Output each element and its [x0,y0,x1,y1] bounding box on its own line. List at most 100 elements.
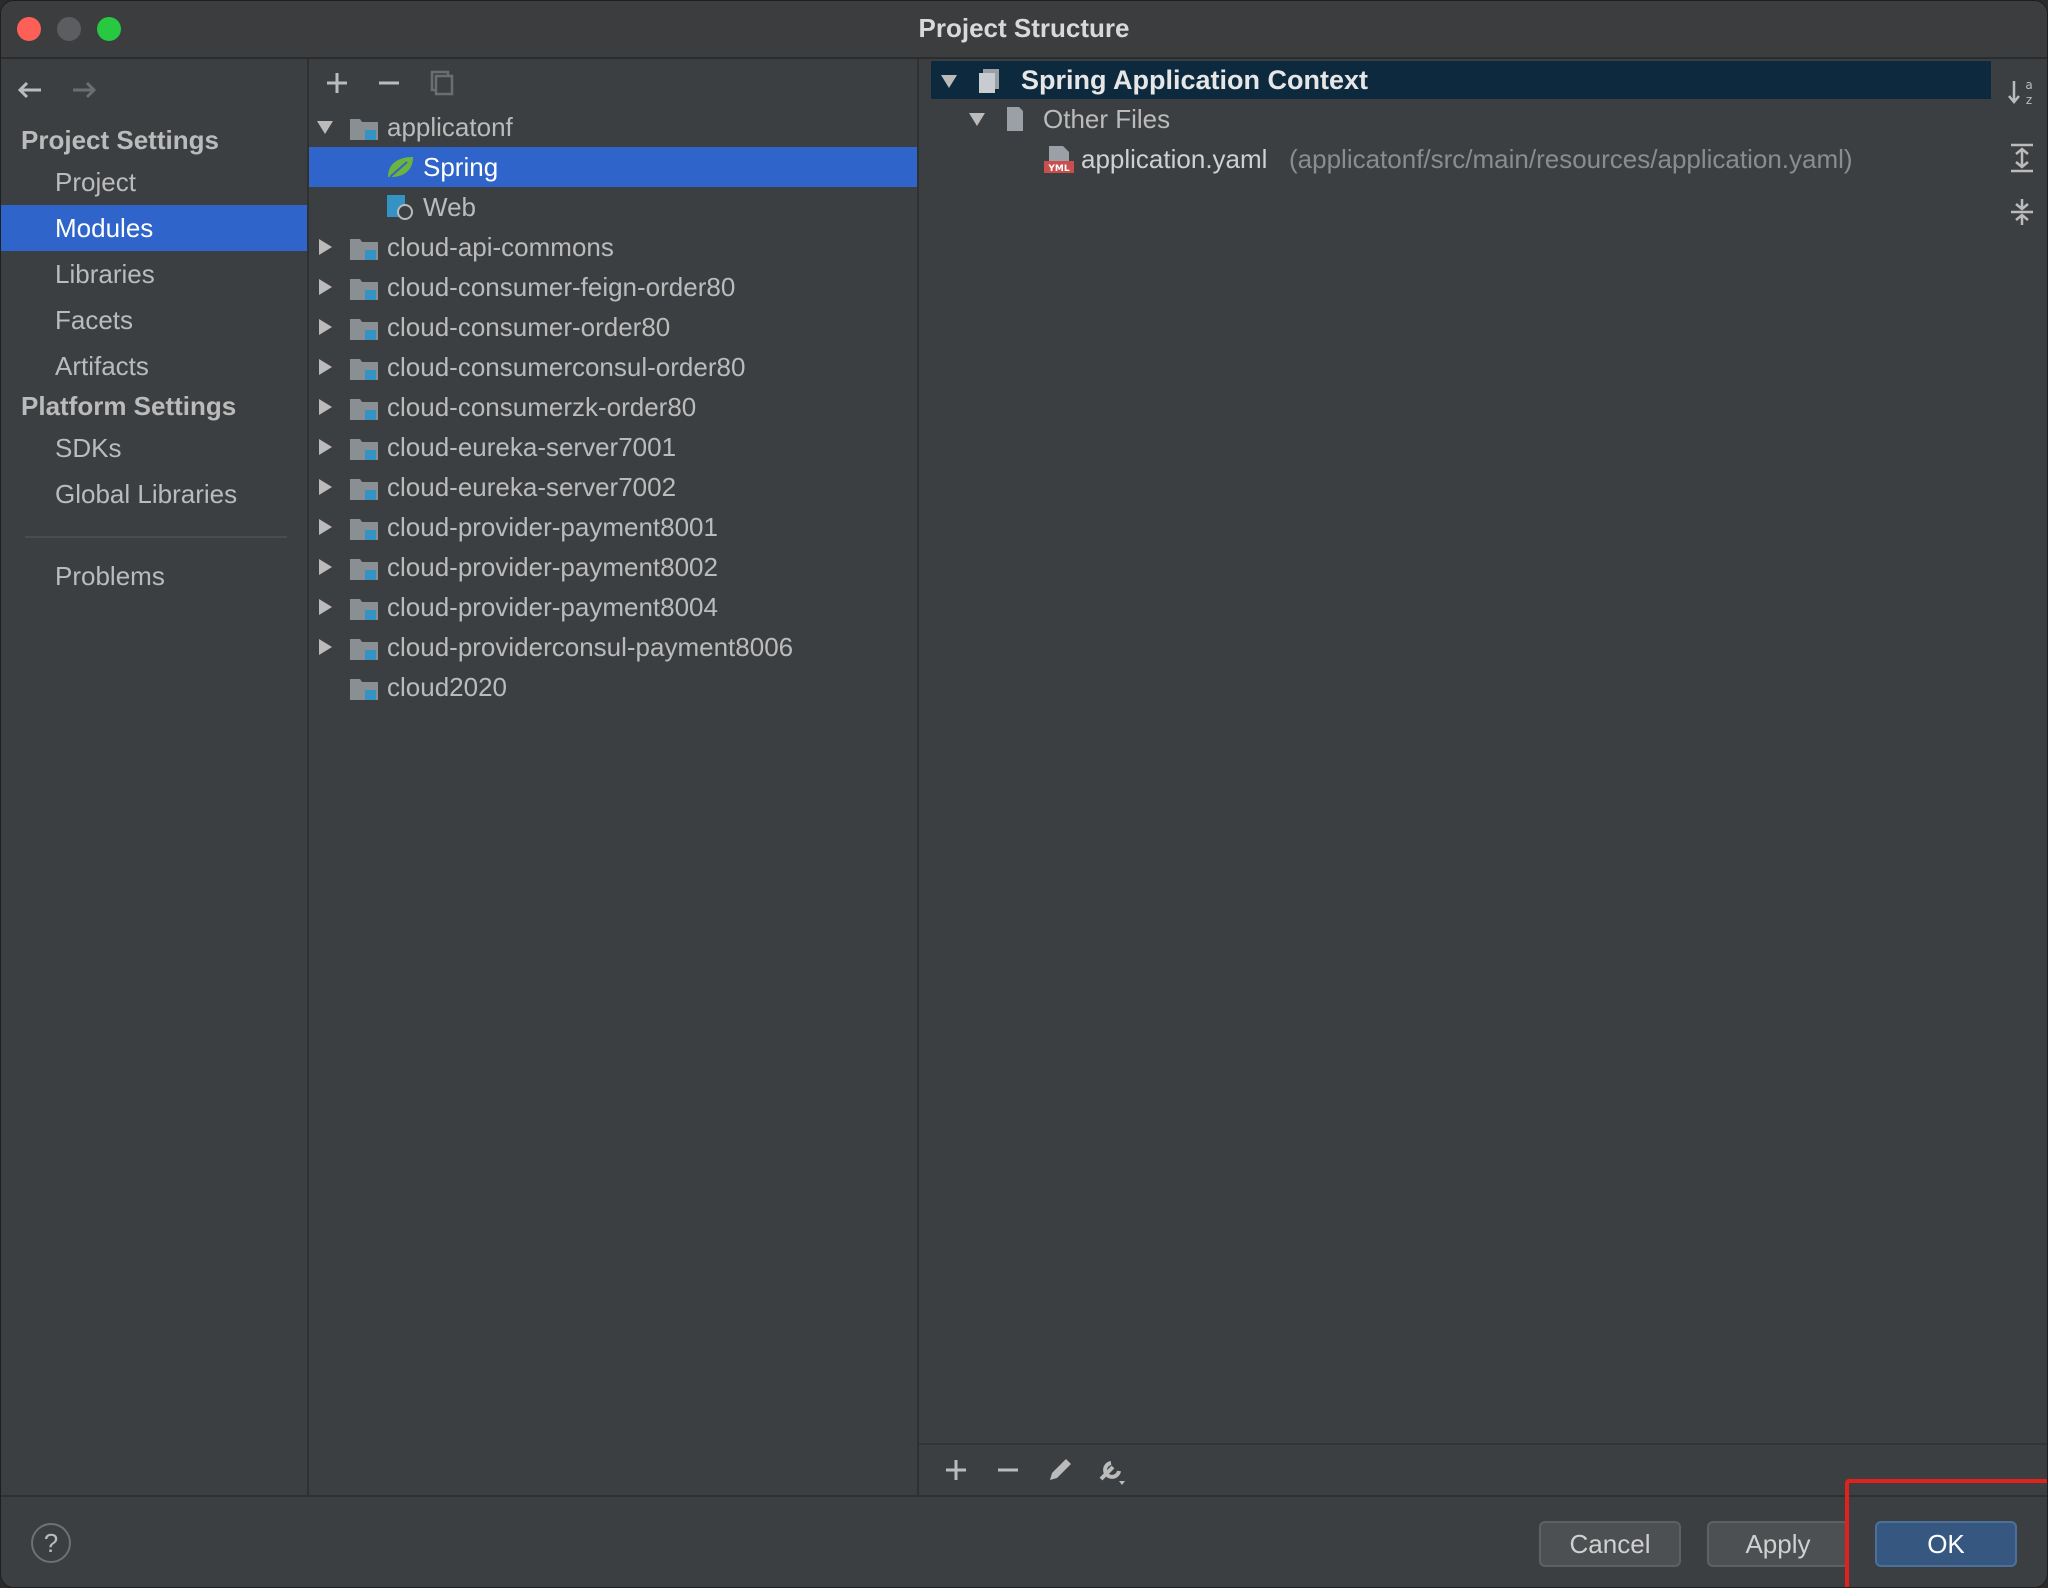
collapsed-triangle-icon[interactable] [315,477,335,497]
spring-context-panel: Spring Application Context Other Files Y… [919,59,2047,1495]
remove-icon[interactable] [991,1453,1025,1487]
svg-text:YML: YML [1047,164,1069,174]
tree-label: cloud2020 [387,672,507,702]
project-settings-heading: Project Settings [21,125,219,155]
module-folder-icon [350,639,378,660]
sort-alphabetically-icon[interactable]: a z [2005,75,2039,109]
tree-row-web-facet[interactable]: Web [309,187,917,227]
module-folder-icon [350,279,378,300]
tree-row-module[interactable]: cloud-provider-payment8001 [309,507,917,547]
sidebar-item-libraries[interactable]: Libraries [1,251,307,297]
collapsed-triangle-icon[interactable] [315,277,335,297]
sidebar-divider [25,536,287,538]
annotation-highlight-box [1845,1479,2047,1587]
tree-label: cloud-consumerconsul-order80 [387,352,746,382]
tree-label: cloud-provider-payment8002 [387,552,718,582]
svg-text:z: z [2026,93,2032,107]
tree-label: cloud-consumer-order80 [387,312,671,342]
tree-row-module[interactable]: cloud-consumerzk-order80 [309,387,917,427]
sidebar-item-modules[interactable]: Modules [1,205,307,251]
expanded-triangle-icon[interactable] [939,71,959,91]
expanded-triangle-icon[interactable] [315,117,335,137]
module-folder-icon [350,399,378,420]
project-structure-dialog: Project Structure Project Settings Proje… [0,0,2048,1588]
platform-settings-heading: Platform Settings [21,391,237,421]
help-button[interactable]: ? [31,1523,71,1563]
tree-label: cloud-api-commons [387,232,614,262]
tree-row-module[interactable]: cloud-provider-payment8002 [309,547,917,587]
tree-row-module[interactable]: cloud-providerconsul-payment8006 [309,627,917,667]
expanded-triangle-icon[interactable] [967,109,987,129]
tree-label: cloud-consumer-feign-order80 [387,272,736,302]
yaml-file-path: (applicatonf/src/main/resources/applicat… [1289,144,1853,174]
tree-label: cloud-providerconsul-payment8006 [387,632,794,662]
tree-row-module[interactable]: cloud-provider-payment8004 [309,587,917,627]
module-folder-icon [350,439,378,460]
tree-row-spring-facet[interactable]: Spring [309,147,917,187]
forward-arrow-icon[interactable] [69,75,99,105]
other-files-row[interactable]: Other Files [967,99,1367,139]
module-folder-icon [350,519,378,540]
module-folder-icon [350,599,378,620]
wrench-icon[interactable] [1095,1453,1129,1487]
tree-label: applicatonf [387,112,513,142]
tree-row-module[interactable]: cloud-api-commons [309,227,917,267]
remove-icon[interactable] [371,65,407,101]
sidebar-item-artifacts[interactable]: Artifacts [1,343,307,389]
tree-label: cloud-eureka-server7001 [387,432,677,462]
collapsed-triangle-icon[interactable] [315,637,335,657]
collapsed-triangle-icon[interactable] [315,517,335,537]
sidebar-item-facets[interactable]: Facets [1,297,307,343]
sidebar-item-project[interactable]: Project [1,159,307,205]
spring-leaf-icon [388,157,413,178]
tree-label: Spring [423,152,499,182]
sidebar-item-global-libraries[interactable]: Global Libraries [1,471,307,517]
module-folder-icon [350,559,378,580]
title-bar: Project Structure [1,1,2047,59]
svg-text:a: a [2025,78,2032,92]
collapsed-triangle-icon[interactable] [315,317,335,337]
tree-row-module[interactable]: cloud-consumer-feign-order80 [309,267,917,307]
tree-label: cloud-provider-payment8001 [387,512,718,542]
add-icon[interactable] [939,1453,973,1487]
module-folder-icon [350,679,378,700]
copy-icon[interactable] [423,65,459,101]
context-title: Spring Application Context [1021,65,1368,95]
back-arrow-icon[interactable] [15,75,45,105]
collapse-all-icon[interactable] [2005,195,2039,229]
tree-label: cloud-provider-payment8004 [387,592,718,622]
settings-sidebar: Project Settings Project Modules Librari… [1,59,309,1495]
context-header-row[interactable]: Spring Application Context [931,61,1991,99]
add-icon[interactable] [319,65,355,101]
dialog-footer: ? Cancel Apply OK [1,1495,2047,1587]
collapsed-triangle-icon[interactable] [315,557,335,577]
context-files-icon [979,69,999,93]
collapsed-triangle-icon[interactable] [315,357,335,377]
collapsed-triangle-icon[interactable] [315,437,335,457]
tree-row-root-module[interactable]: applicatonf [309,107,917,147]
collapsed-triangle-icon[interactable] [315,397,335,417]
module-folder-icon [350,359,378,380]
cancel-button[interactable]: Cancel [1539,1521,1681,1567]
tree-row-module[interactable]: cloud-eureka-server7001 [309,427,917,467]
collapsed-triangle-icon[interactable] [315,597,335,617]
tree-row-module[interactable]: cloud-consumerconsul-order80 [309,347,917,387]
window-title: Project Structure [918,13,1130,43]
module-folder-icon [350,319,378,340]
tree-row-module[interactable]: cloud2020 [309,667,917,707]
yaml-file-name: application.yaml [1081,144,1268,174]
sidebar-item-problems[interactable]: Problems [1,553,307,599]
module-folder-icon [350,479,378,500]
module-folder-icon [350,119,378,140]
tree-row-module[interactable]: cloud-eureka-server7002 [309,467,917,507]
file-group-icon [1007,107,1023,131]
sidebar-item-sdks[interactable]: SDKs [1,425,307,471]
collapsed-triangle-icon[interactable] [315,237,335,257]
yaml-file-icon: YML [1044,146,1074,174]
edit-pencil-icon[interactable] [1043,1453,1077,1487]
yaml-file-row[interactable]: YML application.yaml (applicatonf/src/ma… [1043,139,1943,179]
apply-button[interactable]: Apply [1707,1521,1849,1567]
tree-label: Web [423,192,476,222]
tree-row-module[interactable]: cloud-consumer-order80 [309,307,917,347]
expand-all-icon[interactable] [2005,141,2039,175]
